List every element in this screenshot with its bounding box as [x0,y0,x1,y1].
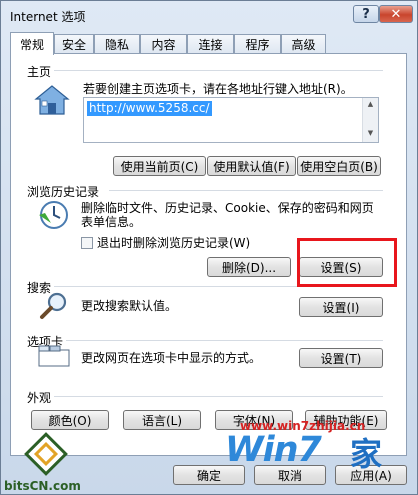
tab-general[interactable]: 常规 [10,32,54,55]
win7-text: Win7 [225,430,322,470]
win7zhijia-watermark: www.win7zhijia.cn Win7 家 [222,417,418,481]
home-description: 若要创建主页选项卡，请在各地址行键入地址(R)。 [83,82,353,96]
url-scrollbar[interactable]: ▲ ▼ [362,98,378,142]
colors-button[interactable]: 颜色(O) [31,410,109,430]
section-divider [51,70,383,71]
use-current-button[interactable]: 使用当前页(C) [113,156,206,176]
scroll-down-icon: ▼ [367,129,374,137]
home-icon [34,85,70,115]
use-default-button[interactable]: 使用默认值(F) [207,156,296,176]
window-title: Internet 选项 [10,10,86,24]
scroll-up-icon: ▲ [367,100,374,108]
tab-security[interactable]: 安全 [54,34,94,54]
use-blank-button[interactable]: 使用空白页(B) [297,156,381,176]
jia-text: 家 [350,435,383,473]
bitscn-logo-icon [24,432,68,476]
delete-history-button[interactable]: 删除(D)... [207,257,291,277]
bitscn-watermark: bitsCN.com [0,432,100,495]
history-clock-icon [39,201,68,229]
close-button[interactable]: ✕ [379,5,413,23]
tabs-icon [38,345,70,367]
tab-content[interactable]: 内容 [140,34,187,54]
home-url-textarea[interactable]: http://www.5258.cc/ ▲ ▼ [83,97,379,143]
tab-connections[interactable]: 连接 [187,34,234,54]
tab-advanced[interactable]: 高级 [281,34,326,54]
tabs-settings-button[interactable]: 设置(T) [299,348,383,368]
delete-on-exit-label: 退出时删除浏览历史记录(W) [97,236,251,250]
appearance-section-title: 外观 [27,389,55,406]
languages-button[interactable]: 语言(L) [123,410,201,430]
search-settings-button[interactable]: 设置(I) [299,297,383,317]
section-divider [109,190,383,191]
title-bar[interactable]: Internet 选项 ? ✕ [1,1,417,31]
close-icon: ✕ [390,6,402,22]
help-button[interactable]: ? [353,5,379,23]
section-divider [51,396,383,397]
tab-programs[interactable]: 程序 [234,34,281,54]
home-section-title: 主页 [27,63,55,80]
home-url-text: http://www.5258.cc/ [87,101,212,116]
delete-on-exit-checkbox[interactable] [81,237,93,249]
search-description: 更改搜索默认值。 [81,299,178,313]
tabs-description: 更改网页在选项卡中显示的方式。 [81,351,262,365]
history-section-title: 浏览历史记录 [27,183,103,200]
tab-privacy[interactable]: 隐私 [94,34,140,54]
bitscn-text: bitsCN.com [4,479,81,493]
history-description-line2: 表单信息。 [81,215,142,229]
search-icon [40,292,67,319]
section-divider [63,340,383,341]
history-description-line1: 删除临时文件、历史记录、Cookie、保存的密码和网页 [81,201,374,215]
help-icon: ? [362,6,370,22]
annotation-highlight-box [297,238,397,287]
